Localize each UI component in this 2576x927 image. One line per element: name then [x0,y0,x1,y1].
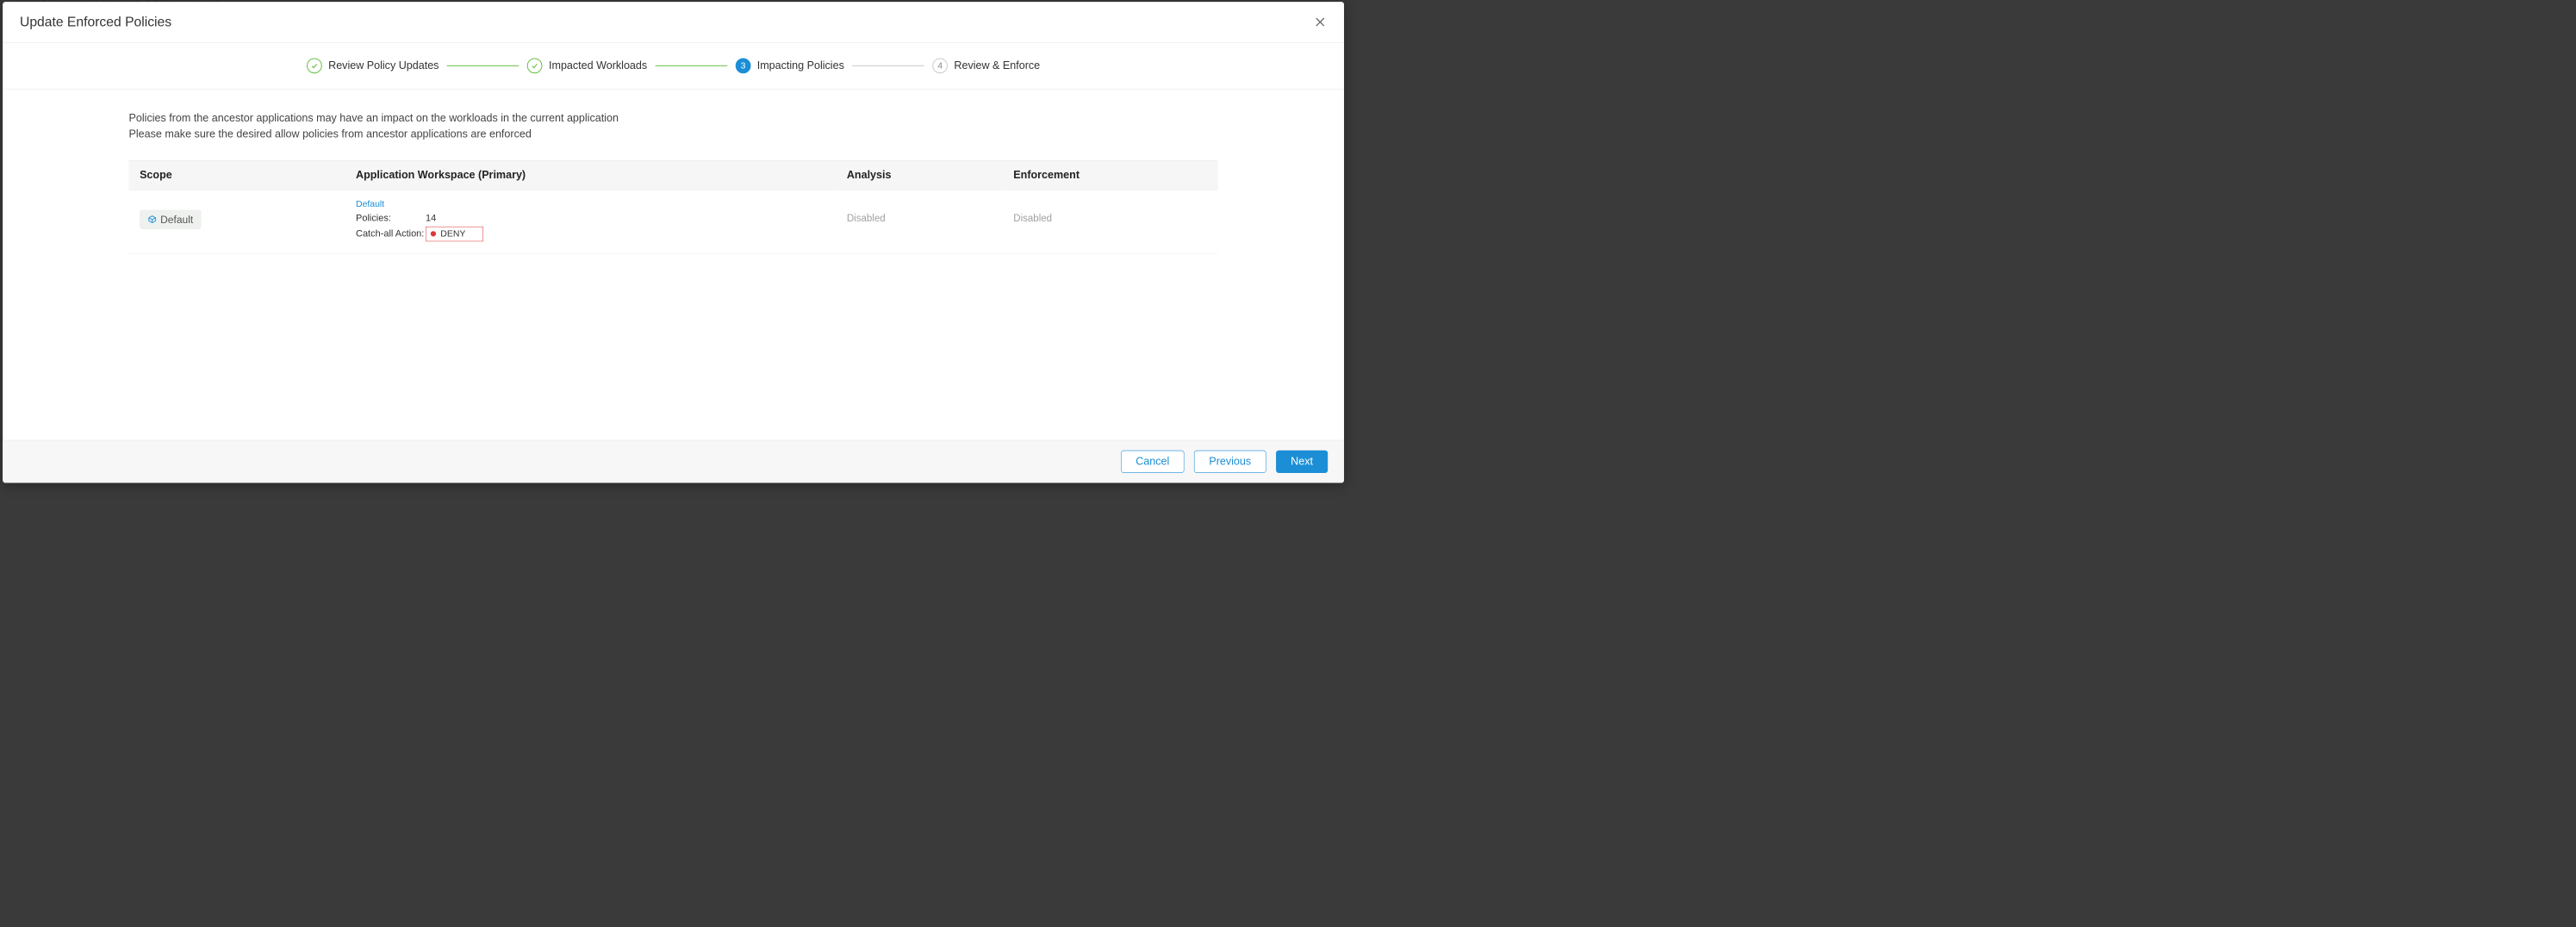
impacting-policies-table: Scope Application Workspace (Primary) An… [129,160,1218,253]
step-label: Impacting Policies [757,59,844,72]
cell-scope: Default [129,190,345,253]
cell-analysis: Disabled [836,190,1002,253]
close-button[interactable] [1313,16,1327,29]
policies-label: Policies: [356,213,426,224]
modal-body: Policies from the ancestor applications … [3,90,1344,440]
modal-title: Update Enforced Policies [20,15,171,30]
step-connector [447,65,520,66]
catchall-label: Catch-all Action: [356,228,426,240]
analysis-status: Disabled [847,213,886,225]
step-review-policy-updates[interactable]: Review Policy Updates [307,58,439,73]
col-header-workspace: Application Workspace (Primary) [345,160,836,190]
cell-enforcement: Disabled [1003,190,1218,253]
close-icon [1315,16,1327,28]
description-line1: Policies from the ancestor applications … [129,111,1218,127]
update-enforced-policies-modal: Update Enforced Policies Review Policy U… [3,2,1344,482]
cell-workspace: Default Policies: 14 Catch-all Action: D… [345,190,836,253]
catchall-value: DENY [440,228,465,239]
step-label: Review Policy Updates [328,59,439,72]
enforcement-status: Disabled [1013,213,1052,225]
modal-header: Update Enforced Policies [3,2,1344,42]
workspace-link-default[interactable]: Default [356,199,825,209]
description-text: Policies from the ancestor applications … [129,111,1218,142]
catchall-row: Catch-all Action: DENY [356,227,825,241]
modal-footer: Cancel Previous Next [3,440,1344,483]
step-label: Impacted Workloads [549,59,647,72]
policies-value: 14 [426,213,436,224]
step-number-upcoming: 4 [932,58,948,73]
col-header-scope: Scope [129,160,345,190]
cancel-button[interactable]: Cancel [1121,451,1185,473]
cube-icon [147,215,156,223]
scope-chip-default[interactable]: Default [140,209,202,228]
step-impacting-policies[interactable]: 3 Impacting Policies [736,58,844,73]
step-connector [656,65,728,66]
check-icon [307,58,322,73]
scope-chip-label: Default [160,214,193,226]
deny-dot-icon [431,231,436,236]
next-button[interactable]: Next [1276,451,1328,473]
policies-row: Policies: 14 [356,213,825,224]
step-review-enforce[interactable]: 4 Review & Enforce [932,58,1040,73]
table-header-row: Scope Application Workspace (Primary) An… [129,160,1218,190]
step-impacted-workloads[interactable]: Impacted Workloads [527,58,647,73]
previous-button[interactable]: Previous [1194,451,1266,473]
catchall-deny-badge: DENY [426,227,483,241]
step-connector [852,65,924,66]
step-label: Review & Enforce [954,59,1040,72]
table-row: Default Default Policies: 14 Catch-all A… [129,190,1218,253]
wizard-stepper: Review Policy Updates Impacted Workloads… [3,43,1344,89]
description-line2: Please make sure the desired allow polic… [129,127,1218,142]
col-header-analysis: Analysis [836,160,1002,190]
step-number-active: 3 [736,58,751,73]
check-icon [527,58,543,73]
col-header-enforcement: Enforcement [1003,160,1218,190]
